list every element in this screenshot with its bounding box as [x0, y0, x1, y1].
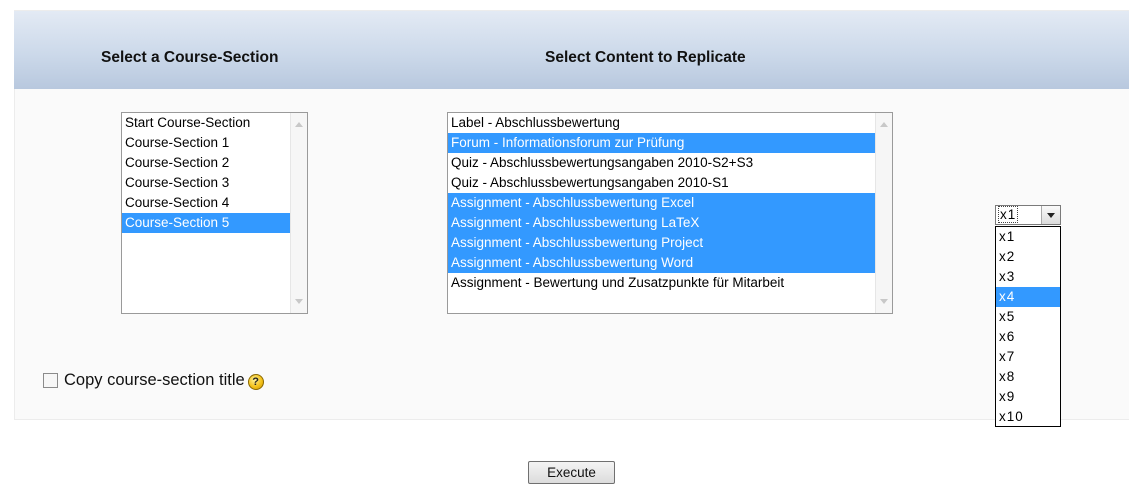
dropdown-button[interactable] [1041, 206, 1060, 224]
copy-title-row: Copy course-section title ? [43, 370, 264, 390]
scroll-up-arrow-icon[interactable] [880, 122, 888, 127]
section-column-title: Select a Course-Section [101, 49, 279, 66]
execute-button[interactable]: Execute [528, 461, 615, 484]
content-option[interactable]: Label - Abschlussbewertung [448, 113, 892, 133]
multiplier-option[interactable]: x3 [996, 267, 1060, 287]
multiplier-option[interactable]: x4 [996, 287, 1060, 307]
content-option[interactable]: Assignment - Abschlussbewertung Word [448, 253, 892, 273]
multiplier-option[interactable]: x7 [996, 347, 1060, 367]
table-header: Select a Course-Section Select Content t… [14, 11, 1129, 89]
content-option[interactable]: Assignment - Abschlussbewertung Project [448, 233, 892, 253]
content-option[interactable]: Forum - Informationsforum zur Prüfung [448, 133, 892, 153]
multiplier-option[interactable]: x5 [996, 307, 1060, 327]
section-list-scrollbar[interactable] [290, 113, 307, 313]
multiplier-option[interactable]: x1 [996, 227, 1060, 247]
multiplier-option[interactable]: x8 [996, 367, 1060, 387]
content-column-title: Select Content to Replicate [545, 49, 746, 66]
course-section-listbox[interactable]: Start Course-Section Course-Section 1 Cour… [121, 112, 308, 314]
course-section-option[interactable]: Start Course-Section [122, 113, 307, 133]
course-section-option[interactable]: Course-Section 4 [122, 193, 307, 213]
chevron-down-icon [1047, 213, 1055, 218]
content-option[interactable]: Assignment - Abschlussbewertung LaTeX [448, 213, 892, 233]
multiplier-option[interactable]: x6 [996, 327, 1060, 347]
multiplier-dropdown-list[interactable]: x1 x2 x3 x4 x5 x6 x7 x8 x9 x10 [995, 226, 1061, 427]
course-section-option[interactable]: Course-Section 1 [122, 133, 307, 153]
multiplier-selected-value: x1 [997, 206, 1019, 223]
scroll-down-arrow-icon[interactable] [880, 299, 888, 304]
multiplier-option[interactable]: x10 [996, 407, 1060, 427]
content-listbox[interactable]: Label - Abschlussbewertung Forum - Inform… [447, 112, 893, 314]
multiplier-option[interactable]: x2 [996, 247, 1060, 267]
content-option[interactable]: Quiz - Abschlussbewertungsangaben 2010-S… [448, 173, 892, 193]
copy-title-label: Copy course-section title [64, 370, 245, 389]
course-section-option[interactable]: Course-Section 5 [122, 213, 307, 233]
multiplier-option[interactable]: x9 [996, 387, 1060, 407]
course-section-option[interactable]: Course-Section 2 [122, 153, 307, 173]
scroll-down-arrow-icon[interactable] [295, 299, 303, 304]
content-option[interactable]: Assignment - Bewertung und Zusatzpunkte … [448, 273, 892, 293]
copy-title-checkbox[interactable] [43, 372, 58, 388]
help-icon[interactable]: ? [247, 374, 264, 390]
course-section-option[interactable]: Course-Section 3 [122, 173, 307, 193]
content-option[interactable]: Assignment - Abschlussbewertung Excel [448, 193, 892, 213]
scroll-up-arrow-icon[interactable] [295, 122, 303, 127]
multiplier-select[interactable]: x1 [995, 205, 1061, 225]
content-option[interactable]: Quiz - Abschlussbewertungsangaben 2010-S… [448, 153, 892, 173]
content-list-scrollbar[interactable] [875, 113, 892, 313]
